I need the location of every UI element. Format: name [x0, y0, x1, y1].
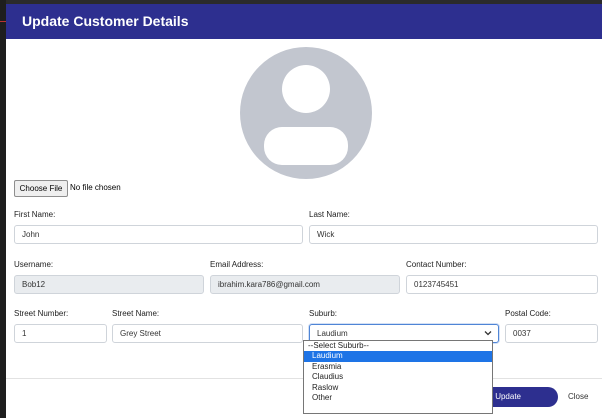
- street-number-label: Street Number:: [14, 309, 69, 318]
- last-name-input[interactable]: Wick: [309, 225, 598, 244]
- email-label: Email Address:: [210, 260, 264, 269]
- suburb-option[interactable]: Raslow: [304, 383, 492, 393]
- contact-number-label: Contact Number:: [406, 260, 467, 269]
- suburb-option[interactable]: Claudius: [304, 372, 492, 382]
- suburb-dropdown-list[interactable]: --Select Suburb-- Laudium Erasmia Claudi…: [303, 340, 493, 414]
- street-number-input[interactable]: 1: [14, 324, 107, 343]
- user-avatar-placeholder-icon: [240, 47, 372, 179]
- close-button[interactable]: Close: [568, 392, 588, 401]
- last-name-label: Last Name:: [309, 210, 350, 219]
- suburb-option[interactable]: Erasmia: [304, 362, 492, 372]
- contact-number-input[interactable]: 0123745451: [406, 275, 598, 294]
- avatar-head-shape: [282, 65, 330, 113]
- suburb-option[interactable]: Other: [304, 393, 492, 403]
- username-label: Username:: [14, 260, 54, 269]
- suburb-option-selected[interactable]: Laudium: [304, 351, 492, 362]
- choose-file-button[interactable]: Choose File: [14, 180, 68, 197]
- email-input[interactable]: ibrahim.kara786@gmail.com: [210, 275, 400, 294]
- postal-code-input[interactable]: 0037: [505, 324, 598, 343]
- first-name-input[interactable]: John: [14, 225, 303, 244]
- chevron-down-icon: [484, 331, 492, 336]
- first-name-label: First Name:: [14, 210, 56, 219]
- postal-code-label: Postal Code:: [505, 309, 551, 318]
- modal-header: Update Customer Details: [6, 4, 602, 39]
- suburb-selected-value: Laudium: [317, 329, 348, 338]
- modal-title: Update Customer Details: [22, 13, 189, 29]
- suburb-option[interactable]: --Select Suburb--: [304, 341, 492, 351]
- username-input[interactable]: Bob12: [14, 275, 204, 294]
- suburb-label: Suburb:: [309, 309, 338, 318]
- file-status-text: No file chosen: [70, 183, 121, 192]
- street-name-input[interactable]: Grey Street: [112, 324, 303, 343]
- street-name-label: Street Name:: [112, 309, 160, 318]
- avatar-body-shape: [264, 127, 348, 165]
